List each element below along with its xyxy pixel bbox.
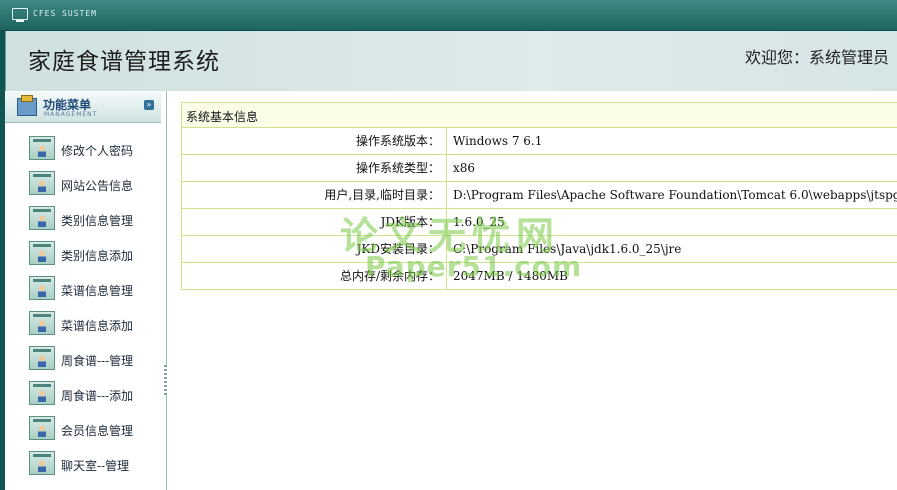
info-value: C:\Program Files\Java\jdk1.6.0_25\jre — [453, 242, 682, 256]
info-label: 用户,目录,临时目录： — [182, 182, 447, 208]
monitor-icon — [12, 8, 28, 22]
sidebar-resize-handle[interactable] — [164, 365, 167, 395]
sidebar-item-weekly-manage[interactable]: 周食谱---管理 — [5, 340, 161, 375]
info-row-jdk-version: JDK版本： 1.6.0_25 — [182, 209, 897, 236]
info-value: D:\Program Files\Apache Software Foundat… — [453, 188, 897, 202]
user-card-icon — [29, 276, 55, 300]
menu-folder-icon — [17, 95, 37, 116]
sidebar-item-site-notices[interactable]: 网站公告信息 — [5, 165, 161, 200]
user-card-icon — [29, 311, 55, 335]
system-label: CFES SUSTEM — [33, 9, 97, 18]
header-banner: 家庭食谱管理系统 欢迎您：系统管理员 — [0, 31, 897, 91]
sidebar-item-label: 菜谱信息添加 — [61, 319, 134, 333]
info-label: JKD安装目录： — [182, 236, 447, 262]
info-value: 1.6.0_25 — [453, 215, 505, 229]
sidebar-item-recipe-add[interactable]: 菜谱信息添加 — [5, 305, 161, 340]
user-card-icon — [29, 241, 55, 265]
sidebar-item-category-add[interactable]: 类别信息添加 — [5, 235, 161, 270]
welcome-text: 欢迎您：系统管理员 — [744, 48, 889, 67]
info-label: 总内存/剩余内存： — [182, 263, 447, 289]
info-row-os-version: 操作系统版本： Windows 7 6.1 — [182, 128, 897, 155]
system-info-panel: 系统基本信息 操作系统版本： Windows 7 6.1 操作系统类型： x86… — [181, 102, 897, 290]
info-value: Windows 7 6.1 — [453, 134, 543, 148]
user-card-icon — [29, 416, 55, 440]
chevron-double-down-icon[interactable]: » — [144, 100, 154, 110]
sidebar-item-label: 周食谱---添加 — [61, 389, 134, 403]
sidebar-menu: 修改个人密码 网站公告信息 类别信息管理 类别信息添加 菜谱信息管理 菜谱信息添… — [5, 130, 161, 480]
sidebar-item-label: 菜谱信息管理 — [61, 284, 134, 298]
info-row-user-dir: 用户,目录,临时目录： D:\Program Files\Apache Soft… — [182, 182, 897, 209]
window-title-bar: CFES SUSTEM — [0, 0, 897, 31]
info-row-os-type: 操作系统类型： x86 — [182, 155, 897, 182]
info-row-memory: 总内存/剩余内存： 2047MB / 1480MB — [182, 263, 897, 290]
info-row-jdk-dir: JKD安装目录： C:\Program Files\Java\jdk1.6.0_… — [182, 236, 897, 263]
sidebar-item-category-manage[interactable]: 类别信息管理 — [5, 200, 161, 235]
sidebar-item-label: 类别信息添加 — [61, 249, 134, 263]
sidebar-item-label: 修改个人密码 — [61, 144, 134, 158]
info-label: JDK版本： — [182, 209, 447, 235]
info-value: 2047MB / 1480MB — [453, 269, 568, 283]
sidebar-item-label: 聊天室--管理 — [61, 459, 130, 473]
sidebar-item-label: 周食谱---管理 — [61, 354, 134, 368]
panel-title: 系统基本信息 — [186, 110, 259, 124]
user-card-icon — [29, 381, 55, 405]
sidebar-item-member-manage[interactable]: 会员信息管理 — [5, 410, 161, 445]
sidebar-header[interactable]: 功能菜单 MANAGEMENT » — [5, 92, 161, 123]
info-label: 操作系统类型： — [182, 155, 447, 181]
info-label: 操作系统版本： — [182, 128, 447, 154]
user-card-icon — [29, 136, 55, 160]
sidebar-item-label: 网站公告信息 — [61, 179, 134, 193]
sidebar-item-label: 类别信息管理 — [61, 214, 134, 228]
sidebar-item-change-password[interactable]: 修改个人密码 — [5, 130, 161, 165]
user-card-icon — [29, 346, 55, 370]
sidebar-item-weekly-add[interactable]: 周食谱---添加 — [5, 375, 161, 410]
sidebar-subtitle: MANAGEMENT — [44, 111, 98, 118]
info-value: x86 — [453, 161, 476, 175]
user-card-icon — [29, 206, 55, 230]
user-card-icon — [29, 171, 55, 195]
sidebar-item-chatroom-manage[interactable]: 聊天室--管理 — [5, 445, 161, 480]
sidebar-item-label: 会员信息管理 — [61, 424, 134, 438]
panel-title-bar: 系统基本信息 — [182, 103, 897, 128]
app-title: 家庭食谱管理系统 — [28, 49, 220, 75]
sidebar-item-recipe-manage[interactable]: 菜谱信息管理 — [5, 270, 161, 305]
user-card-icon — [29, 451, 55, 475]
